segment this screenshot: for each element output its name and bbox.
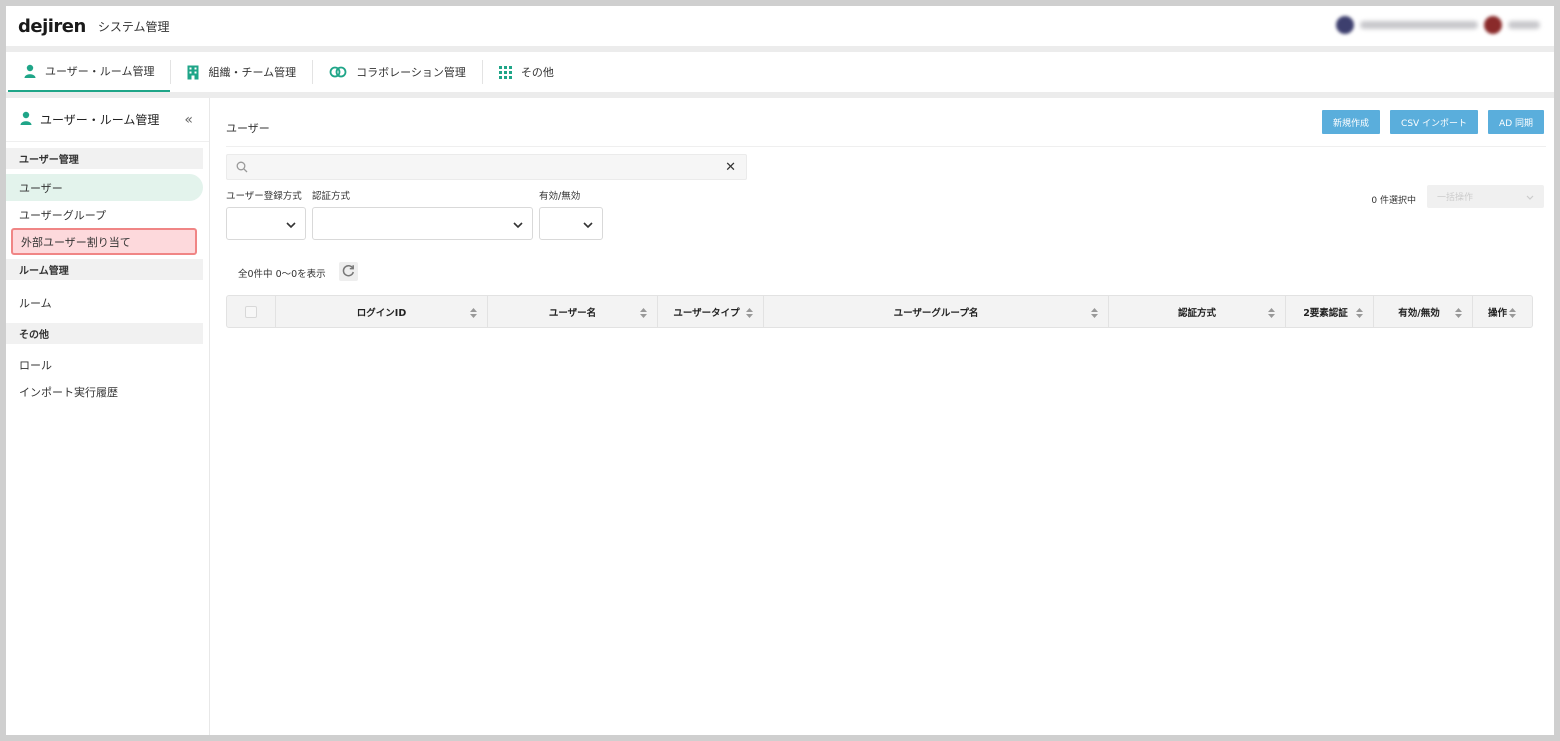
tab-other[interactable]: その他 — [483, 52, 570, 92]
sort-icon — [1091, 308, 1098, 318]
collapse-icon[interactable]: « — [184, 112, 193, 128]
sidebar-section-user-mgmt: ユーザー管理 — [6, 148, 203, 169]
page-title: ユーザー — [226, 122, 270, 135]
sidebar-item-user-groups[interactable]: ユーザーグループ — [6, 201, 209, 228]
chevron-down-icon — [513, 219, 523, 232]
sidebar-item-external-user-assignment[interactable]: 外部ユーザー割り当て — [11, 228, 197, 255]
csv-import-button[interactable]: CSV インポート — [1390, 110, 1479, 134]
sidebar-title: ユーザー・ルーム管理 — [40, 113, 160, 127]
avatar — [1484, 16, 1502, 34]
app-window: dejiren システム管理 ユーザー・ルーム管理 組織・チーム管理 コラボレー… — [6, 6, 1554, 735]
sidebar: ユーザー・ルーム管理 « ユーザー管理 ユーザー ユーザーグループ 外部ユーザー… — [6, 98, 210, 735]
person-icon — [20, 111, 32, 128]
column-header-2fa[interactable]: 2要素認証 — [1286, 296, 1374, 327]
logo[interactable]: dejiren — [18, 16, 86, 37]
select-all-checkbox[interactable] — [245, 305, 257, 318]
blurred-user-info — [1360, 21, 1478, 29]
ad-sync-button[interactable]: AD 同期 — [1488, 110, 1544, 134]
column-header-enabled[interactable]: 有効/無効 — [1374, 296, 1473, 327]
column-header-label: ユーザー名 — [548, 307, 597, 319]
filter-label-auth: 認証方式 — [312, 191, 351, 202]
auth-method-select[interactable] — [312, 207, 533, 240]
chevron-down-icon — [286, 219, 296, 232]
result-count: 全0件中 0〜0を表示 — [238, 269, 326, 280]
tab-org-team[interactable]: 組織・チーム管理 — [171, 52, 312, 92]
refresh-icon — [342, 264, 355, 280]
column-header-user-group-name[interactable]: ユーザーグループ名 — [764, 296, 1109, 327]
action-buttons: 新規作成 CSV インポート AD 同期 — [1322, 110, 1544, 134]
tab-label: コラボレーション管理 — [356, 66, 466, 79]
building-icon — [187, 65, 199, 80]
enabled-select[interactable] — [539, 207, 603, 240]
filter-label-enabled: 有効/無効 — [539, 191, 581, 202]
sidebar-section-room-mgmt: ルーム管理 — [6, 259, 203, 280]
registration-method-select[interactable] — [226, 207, 306, 240]
sidebar-item-roles[interactable]: ロール — [6, 351, 209, 378]
sort-icon — [1509, 308, 1516, 318]
select-all-checkbox-cell — [227, 296, 276, 327]
column-header-auth-method[interactable]: 認証方式 — [1109, 296, 1286, 327]
sidebar-item-import-history[interactable]: インポート実行履歴 — [6, 378, 209, 405]
bulk-action-label: 一括操作 — [1437, 193, 1474, 203]
filter-label-registration: ユーザー登録方式 — [226, 191, 302, 202]
column-header-label: ログインID — [356, 307, 407, 319]
main-content: ユーザー 新規作成 CSV インポート AD 同期 ✕ ユーザー登録方式 認証方… — [226, 98, 1546, 735]
sidebar-section-other: その他 — [6, 323, 203, 344]
link-icon — [329, 66, 347, 78]
search-input[interactable]: ✕ — [226, 154, 747, 180]
column-header-label: 2要素認証 — [1303, 307, 1348, 319]
tab-user-room[interactable]: ユーザー・ルーム管理 — [8, 52, 171, 92]
bulk-action-select[interactable]: 一括操作 — [1427, 185, 1544, 208]
grid-icon — [498, 65, 512, 79]
user-menu[interactable] — [1336, 16, 1540, 34]
chevron-down-icon — [583, 219, 593, 232]
main-tabs: ユーザー・ルーム管理 組織・チーム管理 コラボレーション管理 その他 — [6, 52, 1554, 92]
column-header-label: 有効/無効 — [1398, 307, 1440, 319]
search-icon — [236, 161, 248, 173]
sort-icon — [746, 308, 753, 318]
sort-icon — [470, 308, 477, 318]
selected-count: 0 件選択中 — [1371, 196, 1416, 206]
create-button[interactable]: 新規作成 — [1322, 110, 1381, 134]
tab-label: ユーザー・ルーム管理 — [45, 65, 155, 78]
sort-icon — [1356, 308, 1363, 318]
divider — [226, 146, 1546, 147]
sort-icon — [640, 308, 647, 318]
sort-icon — [1268, 308, 1275, 318]
sort-icon — [1455, 308, 1462, 318]
refresh-button[interactable] — [339, 262, 358, 281]
tab-collaboration[interactable]: コラボレーション管理 — [313, 52, 482, 92]
users-table-header: ログインID ユーザー名 ユーザータイプ ユーザーグループ名 認証方式 2要素認… — [226, 295, 1533, 328]
blurred-user-name — [1508, 21, 1540, 29]
avatar — [1336, 16, 1354, 34]
clear-icon[interactable]: ✕ — [725, 160, 736, 175]
top-header: dejiren システム管理 — [6, 6, 1554, 46]
chevron-down-icon — [1526, 193, 1534, 203]
sidebar-header: ユーザー・ルーム管理 « — [6, 98, 209, 142]
column-header-actions[interactable]: 操作 — [1473, 296, 1532, 327]
column-header-label: ユーザーグループ名 — [893, 307, 979, 319]
sidebar-item-rooms[interactable]: ルーム — [6, 289, 209, 316]
app-title: システム管理 — [97, 19, 170, 34]
column-header-user-type[interactable]: ユーザータイプ — [658, 296, 764, 327]
sidebar-item-users[interactable]: ユーザー — [6, 174, 203, 201]
tab-label: 組織・チーム管理 — [208, 66, 297, 79]
column-header-label: ユーザータイプ — [673, 307, 740, 319]
person-icon — [24, 64, 36, 78]
tab-label: その他 — [520, 66, 554, 79]
column-header-login-id[interactable]: ログインID — [276, 296, 488, 327]
column-header-user-name[interactable]: ユーザー名 — [488, 296, 658, 327]
column-header-label: 操作 — [1487, 307, 1507, 319]
column-header-label: 認証方式 — [1177, 307, 1216, 319]
